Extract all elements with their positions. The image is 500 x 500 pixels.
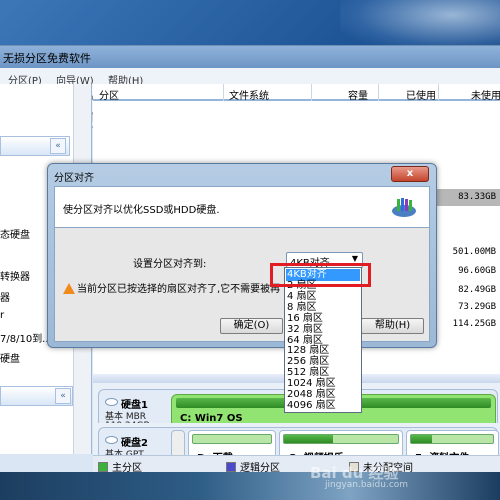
partition-tool-logo-icon [392,198,416,217]
align-dropdown-list: 4KB对齐 2 扇区 4 扇区 8 扇区 16 扇区 32 扇区 64 扇区 128 扇区 25… [284,267,362,413]
help-button[interactable]: 帮助(H) [361,318,424,334]
disk-icon [105,398,118,406]
legend: 主分区 逻辑分区 未分配空间 [93,455,500,474]
watermark-url: jingyan.baidu.com [325,480,409,490]
partition-align-dialog: 分区对齐 x 使分区对齐以优化SSD或HDD硬盘. 设置分区对齐到: 4KB对齐… [47,163,437,348]
logical-swatch [226,462,236,472]
sidebar-item[interactable]: r [0,310,4,321]
collapse-icon[interactable]: « [50,138,66,154]
column-divider[interactable] [223,84,224,101]
unused-cell: 83.33GB [458,192,496,202]
warning-message: 当前分区已按选择的扇区对齐了,它不需要被再 [63,280,280,295]
partition-d[interactable]: D: 下载 [188,430,276,464]
unused-cell: 73.29GB [458,302,496,312]
warning-icon [63,283,75,294]
dropdown-option[interactable]: 16 扇区 [286,313,360,325]
usage-bar [410,434,494,444]
window-title: 无损分区免费软件 [0,46,500,68]
column-divider[interactable] [311,84,312,101]
dialog-description: 使分区对齐以优化SSD或HDD硬盘. [63,205,220,216]
usage-bar [192,434,272,444]
chevron-down-icon: ▼ [351,254,358,263]
dialog-header: 使分区对齐以优化SSD或HDD硬盘. [54,186,430,227]
usage-bar [283,434,399,444]
grid-header: 分区 文件系统 容量 已使用 未使用 [93,84,500,102]
unused-cell: 82.49GB [458,285,496,295]
column-used[interactable]: 已使用 [406,87,436,102]
dialog-title: 分区对齐 [54,173,94,184]
unused-cell: 501.00MB [452,247,496,257]
sidebar-item[interactable]: 7/8/10到... [0,330,52,345]
disk-map-2: 硬盘2 基本 GPT D: 下载 G: 视频娱乐 E: 资料文件 [93,423,500,464]
close-icon: x [406,168,414,179]
sidebar-item[interactable]: 硬盘 [0,350,20,365]
usage-fill [411,435,432,443]
dropdown-option[interactable]: 2048 扇区 [286,389,360,401]
partition-unallocated[interactable] [171,430,185,458]
disk-icon [105,436,118,444]
align-label: 设置分区对齐到: [133,259,207,270]
legend-label: 主分区 [112,463,142,474]
dropdown-option[interactable]: 8 扇区 [286,302,360,314]
ok-button[interactable]: 确定(O) [220,318,283,334]
column-divider[interactable] [378,84,379,101]
dialog-body: 设置分区对齐到: 4KB对齐 ▼ 当前分区已按选择的扇区对齐了,它不需要被再 确… [54,227,430,342]
annotation-highlight [270,263,371,287]
column-partition[interactable]: 分区 [99,87,119,102]
sidebar-item[interactable]: 转换器 [0,268,30,283]
column-filesystem[interactable]: 文件系统 [229,87,269,102]
legend-primary: 主分区 [98,459,142,474]
dropdown-option[interactable]: 32 扇区 [286,324,360,336]
sidebar-item[interactable]: 态硬盘 [0,226,30,241]
partition-e[interactable]: E: 资料文件 [406,430,499,464]
column-divider[interactable] [438,84,439,101]
column-capacity[interactable]: 容量 [348,87,368,102]
unused-cell: 96.60GB [458,266,496,276]
legend-logical: 逻辑分区 [226,459,280,474]
dropdown-option[interactable]: 4 扇区 [286,291,360,303]
warning-text: 当前分区已按选择的扇区对齐了,它不需要被再 [77,284,281,295]
sidebar-item[interactable]: 器 [0,289,10,304]
taskbar-area [0,470,500,500]
usage-fill [284,435,334,443]
partition-g[interactable]: G: 视频娱乐 [279,430,403,464]
unused-cell: 114.25GB [452,319,496,329]
wallpaper-frost [340,0,500,50]
dropdown-option[interactable]: 4096 扇区 [286,400,360,412]
collapse-icon[interactable]: « [55,388,71,404]
legend-label: 逻辑分区 [240,463,280,474]
column-unused[interactable]: 未使用 [471,87,500,102]
close-button[interactable]: x [391,166,429,182]
primary-swatch [98,462,108,472]
